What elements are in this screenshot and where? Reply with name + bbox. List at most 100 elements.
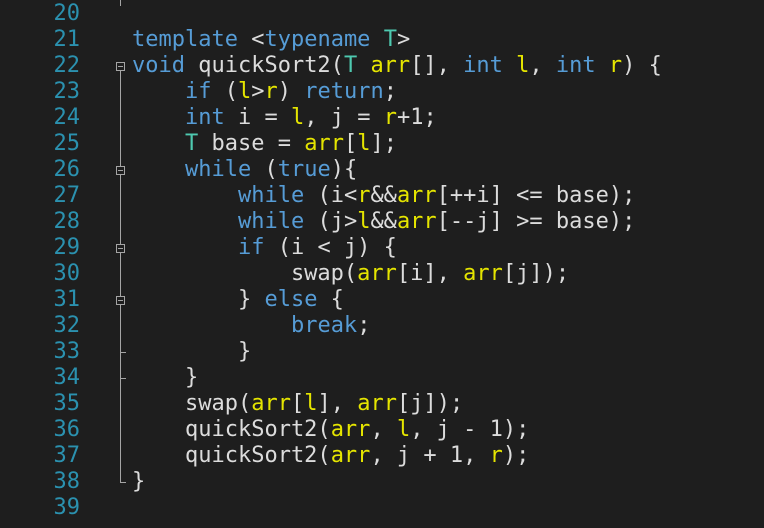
code-line[interactable]: 21 template <typename T> [0,27,764,53]
code-token: l [396,417,411,442]
code-token: > [396,27,411,52]
code-line[interactable]: 20 [0,1,764,27]
code-token: r [383,105,397,130]
code-line[interactable]: 23 if (l>r) return; [0,79,764,105]
line-number: 36 [53,417,81,442]
code-token: template [132,27,238,52]
code-token: int [555,53,596,78]
code-token: , [529,53,556,78]
code-token: > [251,79,265,104]
line-number: 21 [53,27,81,52]
code-text: quickSort2(arr, l, j - 1); [132,417,529,443]
code-token: if [237,235,265,260]
code-token: ]; [370,131,397,156]
code-text: swap(arr[l], arr[j]); [132,391,463,417]
code-token: ], [317,391,358,416]
code-token: [j]); [502,261,570,286]
code-line[interactable]: 22 void quickSort2(T arr[], int l, int r)… [0,53,764,79]
code-token: < [237,27,265,52]
code-token: , [370,417,397,442]
collapse-icon[interactable] [116,166,125,175]
line-number: 38 [53,469,81,494]
code-line[interactable]: 24 int i = l, j = r+1; [0,105,764,131]
code-token: , j = [304,105,384,130]
code-token: quickSort2( [184,53,344,78]
code-token: true [277,157,331,182]
code-token: T [383,27,397,52]
code-line[interactable]: 29 if (i < j) { [0,235,764,261]
code-editor[interactable]: 20 21 template <typename T> 22 void quickSor… [0,0,764,528]
code-token: arr [330,417,371,442]
code-line[interactable]: 35 swap(arr[l], arr[j]); [0,391,764,417]
code-text: } [132,365,198,391]
code-token: quickSort2( [132,443,331,468]
code-text: break; [132,313,370,339]
line-number: 33 [53,339,81,364]
code-line[interactable]: 31 } else { [0,287,764,313]
code-text: } [132,339,251,365]
code-token: arr [396,209,437,234]
code-token: T [184,131,199,156]
code-token: typename [264,27,371,52]
code-token: (i < j) { [264,235,397,260]
code-line[interactable]: 38} [0,469,764,495]
code-line[interactable]: 27 while (i<r&&arr[++i] <= base); [0,183,764,209]
code-token: i = [224,105,291,130]
code-token: arr [396,183,437,208]
collapse-icon[interactable] [116,296,125,305]
code-line[interactable]: 36 quickSort2(arr, l, j - 1); [0,417,764,443]
line-number: 22 [53,53,81,78]
code-token: ) [277,79,305,104]
code-token: T [343,53,358,78]
code-line[interactable]: 39 [0,495,764,521]
code-line[interactable]: 25 T base = arr[l]; [0,131,764,157]
code-token: ( [251,157,278,182]
line-number: 24 [53,105,81,130]
code-line[interactable]: 30 swap(arr[i], arr[j]); [0,261,764,287]
code-line[interactable]: 32 break; [0,313,764,339]
code-token: (i< [304,183,358,208]
collapse-icon[interactable] [116,244,125,253]
code-token: && [370,209,397,234]
code-token: l [237,79,252,104]
collapse-icon[interactable] [116,62,125,71]
code-token: && [370,183,397,208]
code-line[interactable]: 33 } [0,339,764,365]
code-token: +1; [396,105,437,130]
code-token: r [264,79,278,104]
code-token: base = [198,131,305,156]
code-token: int [463,53,503,78]
code-text: while (true){ [132,157,357,183]
code-token: } [132,365,199,390]
line-number: 27 [53,183,81,208]
code-text: swap(arr[i], arr[j]); [132,261,569,287]
code-token: swap( [132,261,358,286]
code-token: while [237,183,305,208]
line-number: 30 [53,261,81,286]
code-token: r [489,443,503,468]
code-text: } [132,469,145,495]
code-token: ) { [622,53,662,78]
code-line[interactable]: 34 } [0,365,764,391]
line-number: 34 [53,365,81,390]
code-text: quickSort2(arr, j + 1, r); [132,443,529,469]
code-token: } [132,469,146,494]
line-number: 31 [53,287,81,312]
code-token: , j + 1, [370,443,490,468]
code-line[interactable]: 28 while (j>l&&arr[--j] >= base); [0,209,764,235]
code-token: r [357,183,371,208]
code-line[interactable]: 26 while (true){ [0,157,764,183]
fold-guide-line [120,0,121,6]
code-text: while (j>l&&arr[--j] >= base); [132,209,635,235]
code-token: while [184,157,252,182]
code-line[interactable]: 37 quickSort2(arr, j + 1, r); [0,443,764,469]
code-token: [ [343,131,358,156]
code-token: [++i] <= base); [436,183,636,208]
